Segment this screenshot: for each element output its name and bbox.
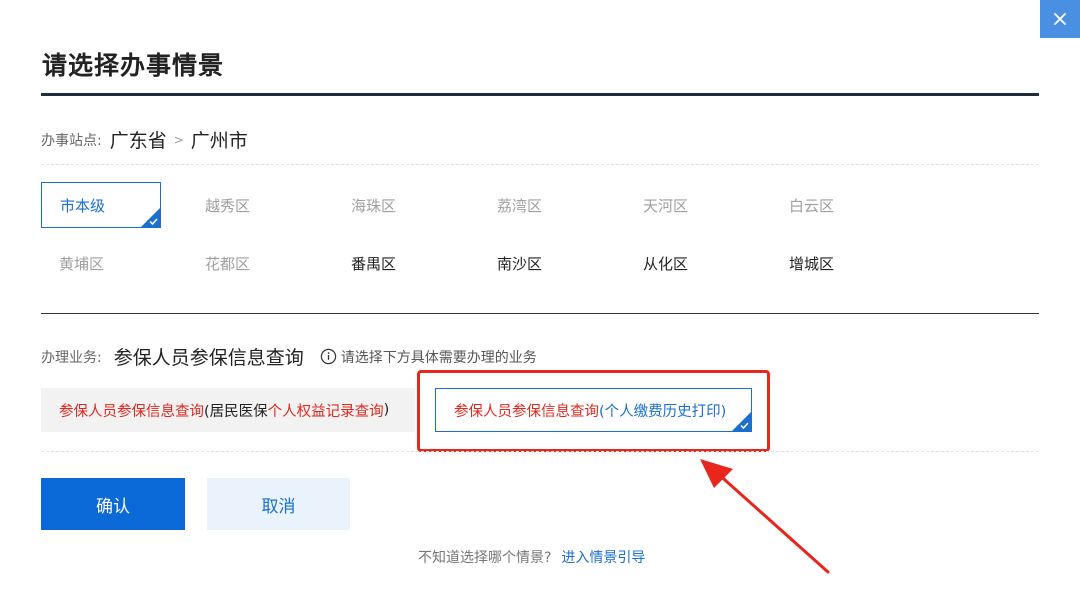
option-detail: (个人缴费历史打印)	[599, 403, 727, 420]
district-option[interactable]: 从化区	[625, 240, 771, 286]
option-paren-open: (居民医保	[204, 403, 268, 420]
guide-footer: 不知道选择哪个情景? 进入情景引导	[418, 547, 645, 567]
business-value: 参保人员参保信息查询	[113, 347, 304, 369]
business-row: 办理业务: 参保人员参保信息查询 请选择下方具体需要办理的业务	[41, 343, 537, 370]
confirm-button[interactable]: 确认	[41, 478, 185, 530]
option-title: 参保人员参保信息查询	[59, 403, 204, 420]
crumb-province[interactable]: 广东省	[110, 126, 167, 153]
district-label: 花都区	[205, 254, 251, 273]
district-label: 海珠区	[351, 196, 397, 215]
district-option[interactable]: 白云区	[771, 182, 917, 228]
business-label: 办理业务:	[41, 349, 102, 366]
dashed-divider	[41, 451, 1039, 452]
business-option-1[interactable]: 参保人员参保信息查询 (居民医保 个人权益记录查询)	[41, 388, 415, 432]
close-icon	[1054, 13, 1066, 25]
crumb-separator: >	[173, 132, 184, 147]
site-label: 办事站点:	[41, 132, 102, 149]
guide-question: 不知道选择哪个情景?	[418, 550, 552, 566]
district-label: 增城区	[789, 254, 835, 273]
district-option[interactable]: 增城区	[771, 240, 917, 286]
district-grid: 市本级 越秀区 海珠区 荔湾区 天河区 白云区 黄埔区 花都区 番禺区 南沙区 …	[41, 182, 1039, 286]
check-corner-icon	[141, 208, 160, 227]
guide-link[interactable]: 进入情景引导	[561, 547, 645, 567]
section-divider	[41, 313, 1039, 314]
close-button[interactable]	[1040, 0, 1080, 38]
district-option[interactable]: 花都区	[187, 240, 333, 286]
district-option[interactable]: 天河区	[625, 182, 771, 228]
dialog-title: 请选择办事情景	[42, 51, 225, 80]
dashed-divider	[41, 164, 1039, 165]
district-label: 从化区	[643, 254, 689, 273]
district-label: 番禺区	[351, 254, 397, 273]
cancel-button[interactable]: 取消	[207, 478, 350, 530]
option-paren-close: )	[383, 402, 390, 418]
district-option[interactable]: 荔湾区	[479, 182, 625, 228]
district-label: 黄埔区	[59, 254, 105, 273]
district-label: 荔湾区	[497, 196, 543, 215]
district-option[interactable]: 黄埔区	[41, 240, 187, 286]
district-option[interactable]: 海珠区	[333, 182, 479, 228]
business-option-2[interactable]: 参保人员参保信息查询 (个人缴费历史打印)	[435, 388, 752, 432]
check-corner-icon	[732, 412, 751, 431]
business-hint: 请选择下方具体需要办理的业务	[340, 349, 537, 366]
option-title: 参保人员参保信息查询	[454, 403, 599, 420]
district-label: 越秀区	[205, 196, 251, 215]
district-label: 天河区	[643, 196, 689, 215]
district-label: 南沙区	[497, 254, 543, 273]
crumb-city[interactable]: 广州市	[191, 126, 248, 153]
district-option[interactable]: 南沙区	[479, 240, 625, 286]
district-option[interactable]: 市本级	[41, 182, 161, 228]
info-icon	[320, 348, 336, 365]
option-highlight: 个人权益记录查询	[267, 403, 384, 420]
district-label: 白云区	[789, 196, 835, 215]
district-option[interactable]: 番禺区	[333, 240, 479, 286]
title-divider	[41, 93, 1039, 96]
site-breadcrumb: 办事站点: 广东省 > 广州市	[41, 126, 248, 153]
district-option[interactable]: 越秀区	[187, 182, 333, 228]
district-label: 市本级	[60, 196, 106, 215]
